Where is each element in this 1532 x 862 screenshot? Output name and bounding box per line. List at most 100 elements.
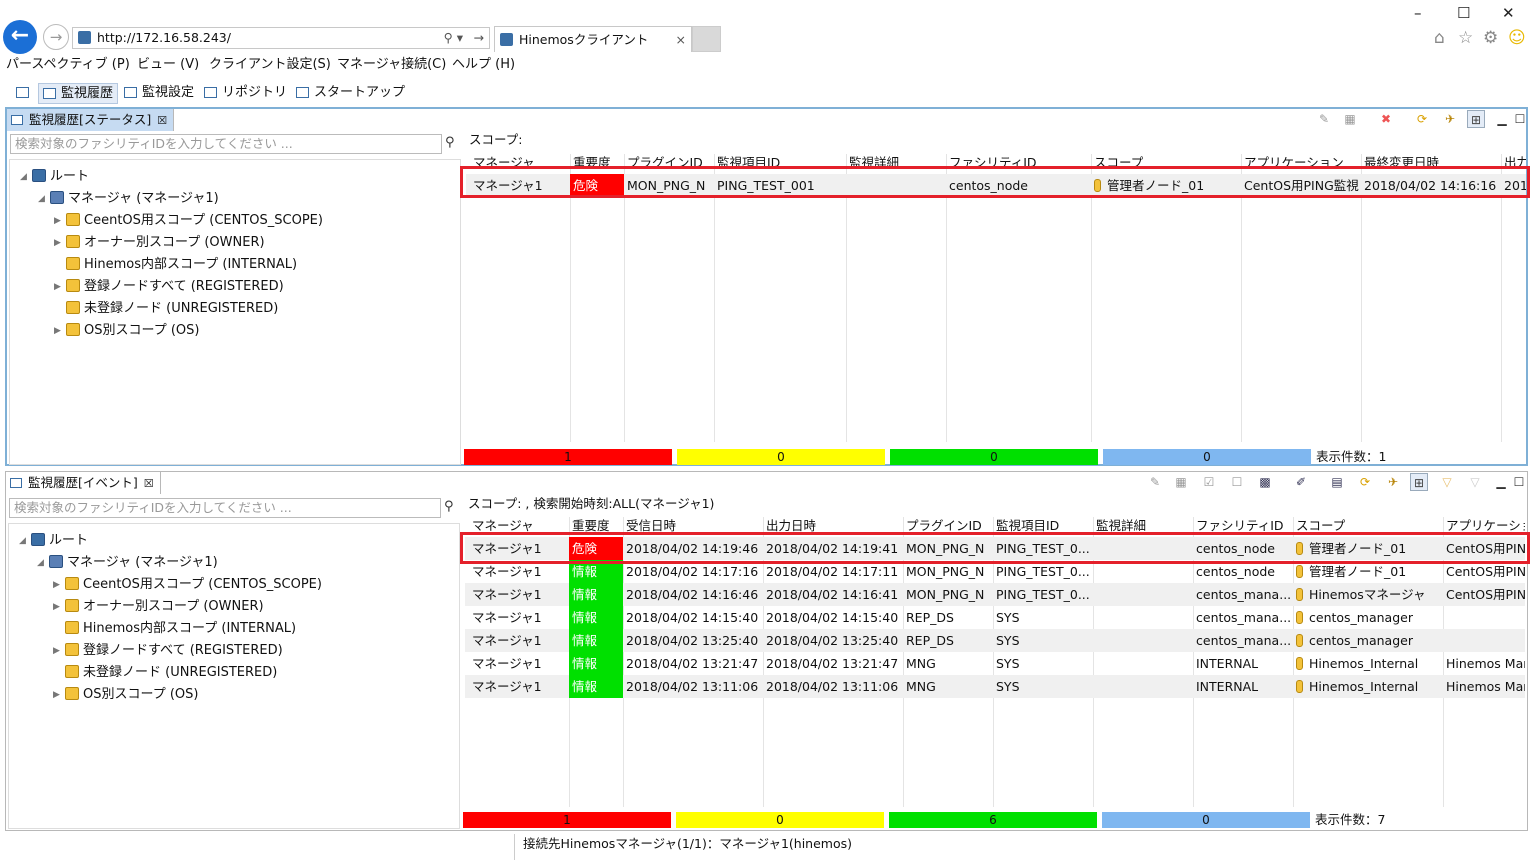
table-cell [1093,675,1193,698]
perspective-monitor-settings[interactable]: 監視設定 [120,83,194,104]
browser-tab[interactable]: Hinemosクライアント × [494,26,692,52]
tree-node[interactable]: ▶ 登録ノードすべて (REGISTERED) [54,276,284,298]
table-row[interactable]: マネージャ1 情報 2018/04/02 13:11:06 2018/04/02 13… [465,675,1525,698]
severity-cell: 情報 [569,675,623,698]
tree-node[interactable]: 未登録ノード (UNREGISTERED) [66,298,278,320]
refresh-icon[interactable]: ⟳ [1413,110,1431,128]
facility-search-input[interactable]: 検索対象のファシリティIDを入力してください ... [9,498,441,518]
collapse-arrow-icon[interactable]: ◢ [20,166,27,188]
expand-arrow-icon[interactable]: ▶ [53,574,60,596]
minimize-icon[interactable]: ▁ [1493,110,1511,128]
tree-node[interactable]: ▶ オーナー別スコープ (OWNER) [54,232,265,254]
maximize-icon[interactable]: ☐ [1457,4,1470,22]
perspective-startup[interactable]: スタートアップ [292,83,405,104]
gear-icon[interactable]: ⚙ [1483,28,1498,48]
expand-arrow-icon[interactable]: ▶ [54,320,61,342]
search-icon[interactable]: ⚲ [445,135,455,150]
tree-node[interactable]: ◢ ルート [20,166,89,188]
menu-client-settings[interactable]: クライアント設定(S) [209,56,331,74]
search-icon[interactable]: ⚲ [444,499,454,514]
perspective-monitor-history[interactable]: 監視履歴 [38,83,119,104]
tree-node[interactable]: 未登録ノード (UNREGISTERED) [65,662,277,684]
perspective-repository[interactable]: リポジトリ [200,83,287,104]
expand-arrow-icon[interactable]: ▶ [54,276,61,298]
refresh-icon[interactable]: ⟳ [1356,473,1374,491]
tab-status-view[interactable]: 監視履歴[ステータス] ☒ [7,109,175,131]
tree-node-label: OS別スコープ (OS) [84,323,200,338]
highlight-box [460,532,1530,564]
expand-arrow-icon[interactable]: ▶ [54,210,61,232]
expand-arrow-icon[interactable]: ▶ [54,232,61,254]
favorites-star-icon[interactable]: ☆ [1458,28,1473,48]
table-cell: SYS [993,606,1093,629]
manager-icon [50,191,64,204]
tree-node[interactable]: Hinemos内部スコープ (INTERNAL) [66,254,297,276]
clear-filter-icon[interactable]: ▽ [1466,473,1484,491]
filter-icon[interactable]: ✈ [1384,473,1402,491]
menu-manager-connection[interactable]: マネージャ接続(C) [337,56,446,74]
browser-toolbar: ← → http://172.16.58.243/ ⚲ ▾ → Hinemosク… [0,0,1532,56]
cell-text: centos_manager [1309,610,1413,625]
edit-icon[interactable]: ✎ [1315,110,1333,128]
confirm-all-icon[interactable]: ▩ [1256,473,1274,491]
tree-node[interactable]: ▶ OS別スコープ (OS) [54,320,200,342]
menu-view[interactable]: ビュー (V) [137,56,199,74]
maximize-icon[interactable]: ☐ [1510,473,1528,491]
expand-arrow-icon[interactable]: ▶ [53,684,60,706]
tree-node[interactable]: ▶ OS別スコープ (OS) [53,684,198,706]
confirm-icon[interactable]: ☑ [1200,473,1218,491]
table-icon[interactable]: ▦ [1172,473,1190,491]
table-cell [1443,606,1525,629]
edit-icon[interactable]: ✎ [1146,473,1164,491]
tree-node[interactable]: ◢ マネージャ (マネージャ1) [37,552,218,574]
scope-tree-toggle-icon[interactable]: ⊞ [1410,473,1428,491]
close-icon[interactable]: ☒ [157,114,167,127]
open-perspective-button[interactable] [12,83,34,104]
minimize-icon[interactable]: – [1414,4,1422,22]
expand-arrow-icon[interactable]: ▶ [53,596,60,618]
forward-arrow-icon[interactable]: → [43,24,69,50]
tree-node[interactable]: ▶ CeentOS用スコープ (CENTOS_SCOPE) [54,210,323,232]
tree-node[interactable]: ◢ ルート [19,530,88,552]
minimize-icon[interactable]: ▁ [1492,473,1510,491]
unconfirm-icon[interactable]: ☐ [1228,473,1246,491]
facility-search-input[interactable]: 検索対象のファシリティIDを入力してください ... [10,134,442,154]
collapse-arrow-icon[interactable]: ◢ [19,530,26,552]
new-tab-button[interactable] [692,26,721,52]
tab-event-view[interactable]: 監視履歴[イベント] ☒ [6,472,161,494]
menu-perspective[interactable]: パースペクティブ (P) [6,56,130,74]
tree-node[interactable]: ▶ CeentOS用スコープ (CENTOS_SCOPE) [53,574,322,596]
home-icon[interactable]: ⌂ [1434,28,1445,48]
table-icon[interactable]: ▦ [1341,110,1359,128]
tree-node[interactable]: ▶ 登録ノードすべて (REGISTERED) [53,640,283,662]
close-window-icon[interactable]: ✕ [1502,4,1515,22]
maximize-icon[interactable]: ☐ [1511,110,1529,128]
table-row[interactable]: マネージャ1 情報 2018/04/02 13:21:47 2018/04/02 13… [465,652,1525,675]
search-icon[interactable]: ⚲ ▾ [444,28,463,48]
back-arrow-icon[interactable]: ← [3,20,37,54]
scope-tree-toggle-icon[interactable]: ⊞ [1467,110,1485,128]
collapse-arrow-icon[interactable]: ◢ [38,188,45,210]
info-count-bar: 6 [889,812,1097,828]
close-icon[interactable]: × [676,27,686,53]
table-row[interactable]: マネージャ1 情報 2018/04/02 14:16:46 2018/04/02 14… [465,583,1525,606]
menu-help[interactable]: ヘルプ (H) [452,56,515,74]
tree-node[interactable]: Hinemos内部スコープ (INTERNAL) [65,618,296,640]
tree-node[interactable]: ▶ オーナー別スコープ (OWNER) [53,596,264,618]
smiley-feedback-icon[interactable]: ☺ [1508,28,1526,48]
table-row[interactable]: マネージャ1 情報 2018/04/02 13:25:40 2018/04/02 13… [465,629,1525,652]
filter-settings-icon[interactable]: ▽ [1438,473,1456,491]
perspective-toolbar: 監視履歴 監視設定 リポジトリ スタートアップ [0,81,1532,105]
delete-icon[interactable]: ✖ [1377,110,1395,128]
filter-icon[interactable]: ✈ [1441,110,1459,128]
custom-command-icon[interactable]: ▤ [1328,473,1346,491]
comment-icon[interactable]: ✐ [1292,473,1310,491]
close-icon[interactable]: ☒ [144,477,154,490]
table-row[interactable]: マネージャ1 情報 2018/04/02 14:15:40 2018/04/02 14… [465,606,1525,629]
go-arrow-icon[interactable]: → [474,28,484,48]
collapse-arrow-icon[interactable]: ◢ [37,552,44,574]
scope-folder-icon [66,279,80,292]
expand-arrow-icon[interactable]: ▶ [53,640,60,662]
address-bar[interactable]: http://172.16.58.243/ ⚲ ▾ → [72,27,490,49]
tree-node[interactable]: ◢ マネージャ (マネージャ1) [38,188,219,210]
